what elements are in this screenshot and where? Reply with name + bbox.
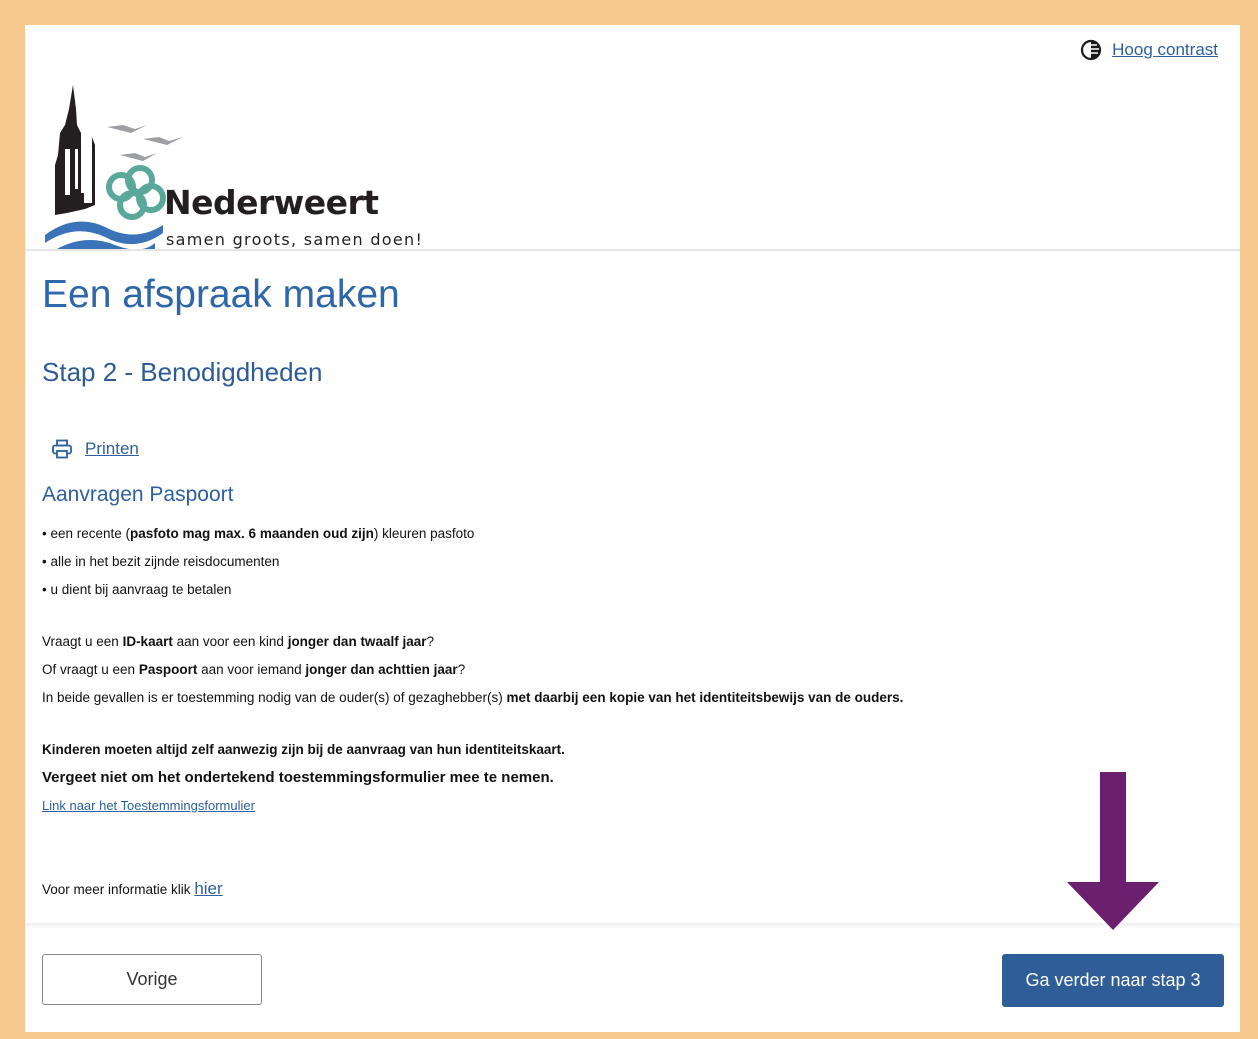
page-title: Een afspraak maken (42, 273, 400, 316)
nederweert-logo[interactable]: Nederweert samen groots, samen doen! (45, 85, 445, 250)
next-step-button[interactable]: Ga verder naar stap 3 (1002, 954, 1224, 1007)
reminder-note: Vergeet niet om het ondertekend toestemm… (42, 769, 554, 786)
contrast-icon (1081, 39, 1102, 61)
print-link[interactable]: Printen (51, 439, 139, 459)
previous-button[interactable]: Vorige (42, 954, 262, 1005)
consent-form-link[interactable]: Link naar het Toestemmingsformulier (42, 798, 255, 813)
more-info: Voor meer informatie klik hier (42, 879, 223, 898)
consent-line: Vraagt u een ID-kaart aan voor een kind … (42, 634, 434, 649)
logo-wordmark: Nederweert (164, 183, 379, 222)
consent-line: In beide gevallen is er toestemming nodi… (42, 690, 904, 705)
page-card: Hoog contrast Nederweert samen groots, s… (25, 25, 1240, 1032)
requirement-item: • alle in het bezit zijnde reisdocumente… (42, 554, 280, 569)
print-label[interactable]: Printen (85, 439, 139, 459)
step-heading: Stap 2 - Benodigdheden (42, 357, 323, 387)
arrow-down-icon (1067, 772, 1159, 937)
logo-tagline: samen groots, samen doen! (166, 230, 424, 249)
printer-icon (52, 439, 72, 459)
header-divider (25, 249, 1240, 251)
requirements-content: • een recente (pasfoto mag max. 6 maande… (42, 520, 1212, 820)
children-note: Kinderen moeten altijd zelf aanwezig zij… (42, 742, 565, 757)
more-info-link[interactable]: hier (194, 879, 222, 898)
section-heading: Aanvragen Paspoort (42, 483, 234, 506)
logo-mark (45, 85, 183, 250)
consent-line: Of vraagt u een Paspoort aan voor iemand… (42, 662, 466, 677)
requirement-item: • een recente (pasfoto mag max. 6 maande… (42, 526, 475, 541)
requirement-item: • u dient bij aanvraag te betalen (42, 582, 232, 597)
high-contrast-link[interactable]: Hoog contrast (1112, 40, 1218, 60)
footer-divider (25, 923, 1240, 929)
high-contrast-toggle[interactable]: Hoog contrast (1080, 39, 1218, 61)
